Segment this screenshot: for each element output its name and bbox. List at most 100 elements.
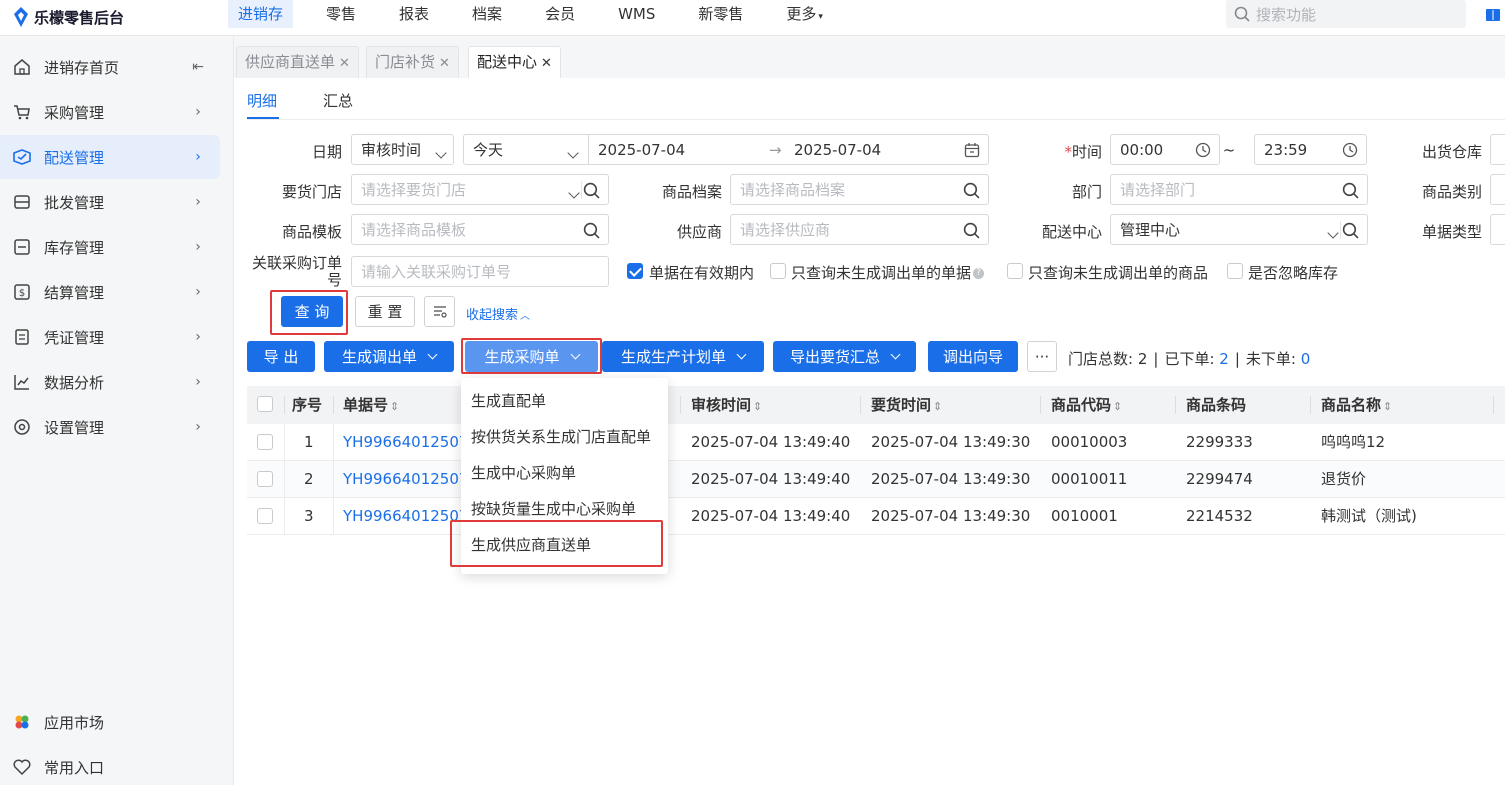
help-icon[interactable]: ? <box>973 268 985 279</box>
dept-select[interactable]: 请选择部门 <box>1110 174 1368 205</box>
product-label: 商品档案 <box>661 183 722 201</box>
more-actions-button[interactable]: ··· <box>1027 341 1057 372</box>
topnav-reports[interactable]: 报表 <box>389 0 439 28</box>
gen-transfer-button[interactable]: 生成调出单 <box>324 341 454 372</box>
search-icon[interactable] <box>583 222 600 239</box>
settlement-icon: $ <box>12 282 32 302</box>
date-range-picker[interactable]: 2025-07-04 → 2025-07-04 <box>588 134 989 165</box>
menu-item-supplier-direct[interactable]: 生成供应商直送单 <box>471 534 591 555</box>
search-icon[interactable] <box>1342 222 1359 239</box>
supplier-select[interactable]: 请选择供应商 <box>730 214 989 245</box>
search-icon[interactable] <box>1342 182 1359 199</box>
cell-doc-link[interactable]: YH99664012507 <box>343 461 463 498</box>
date-range-select[interactable]: 今天 <box>463 134 589 165</box>
checkbox-no-transfer-items[interactable] <box>1007 263 1023 279</box>
tab-store-replenish[interactable]: 门店补货 ✕ <box>366 46 459 78</box>
export-button[interactable]: 导 出 <box>247 341 315 372</box>
book-icon[interactable] <box>1485 7 1501 23</box>
checkbox-ignore-stock[interactable] <box>1227 263 1243 279</box>
search-icon[interactable] <box>963 182 980 199</box>
topnav-wms[interactable]: WMS <box>608 0 665 28</box>
template-select[interactable]: 请选择商品模板 <box>351 214 609 245</box>
topnav-inventory[interactable]: 进销存 <box>228 0 294 28</box>
topnav-more[interactable]: 更多 ▾ <box>776 0 833 28</box>
po-input[interactable]: 请输入关联采购订单号 <box>351 256 609 287</box>
sidebar-item-purchase[interactable]: 采购管理 › <box>0 90 220 134</box>
time-from-input[interactable]: 00:00 <box>1110 134 1220 165</box>
search-icon[interactable] <box>583 182 600 199</box>
table-row[interactable]: 1 YH99664012507 2025-07-04 13:49:40 2025… <box>247 424 1505 461</box>
sidebar-item-home[interactable]: 进销存首页 ⇤ <box>0 45 220 89</box>
collapse-sidebar-icon[interactable]: ⇤ <box>188 59 208 75</box>
product-select[interactable]: 请选择商品档案 <box>730 174 989 205</box>
cell-doc-link[interactable]: YH99664012507 <box>343 498 463 535</box>
menu-item-center-purchase[interactable]: 生成中心采购单 <box>471 462 576 483</box>
cell-product-code: 0010001 <box>1051 507 1118 525</box>
row-checkbox[interactable] <box>257 508 273 524</box>
sidebar-item-inventory[interactable]: 库存管理 › <box>0 225 220 269</box>
category-select[interactable] <box>1490 174 1505 205</box>
sidebar-item-app-market[interactable]: 应用市场 <box>0 700 220 744</box>
menu-item-direct-delivery[interactable]: 生成直配单 <box>471 390 546 411</box>
subtab-divider <box>247 119 1505 120</box>
col-product-code[interactable]: 商品代码 ⇕ <box>1051 386 1122 424</box>
close-icon[interactable]: ✕ <box>541 56 552 71</box>
topnav-retail[interactable]: 零售 <box>316 0 366 28</box>
col-doc-no[interactable]: 单据号 ⇕ <box>343 386 399 424</box>
gen-production-button[interactable]: 生成生产计划单 <box>602 341 764 372</box>
sidebar-item-voucher[interactable]: 凭证管理 › <box>0 315 220 359</box>
app-logo[interactable]: 乐檬零售后台 <box>12 6 124 28</box>
topnav-member[interactable]: 会员 <box>535 0 585 28</box>
sidebar-item-analytics[interactable]: 数据分析 › <box>0 360 220 404</box>
warehouse-select[interactable] <box>1490 134 1505 165</box>
cell-product-name: 呜呜呜12 <box>1321 433 1386 451</box>
sidebar-item-wholesale[interactable]: 批发管理 › <box>0 180 220 224</box>
table-row[interactable]: 2 YH99664012507 2025-07-04 13:49:40 2025… <box>247 461 1505 498</box>
menu-item-store-direct-by-supply[interactable]: 按供货关系生成门店直配单 <box>471 426 651 447</box>
cell-index: 1 <box>304 433 314 451</box>
table-row[interactable]: 3 YH99664012507 2025-07-04 13:49:40 2025… <box>247 498 1505 535</box>
center-select[interactable]: 管理中心 <box>1110 214 1368 245</box>
col-audit-time[interactable]: 审核时间 ⇕ <box>691 386 762 424</box>
cell-doc-link[interactable]: YH99664012507 <box>343 424 463 461</box>
time-to-input[interactable]: 23:59 <box>1254 134 1367 165</box>
store-select[interactable]: 请选择要货门店 <box>351 174 609 205</box>
sidebar-item-settlement[interactable]: $ 结算管理 › <box>0 270 220 314</box>
doctype-select[interactable] <box>1490 214 1505 245</box>
row-checkbox[interactable] <box>257 471 273 487</box>
topnav-label: 档案 <box>472 5 503 23</box>
export-summary-button[interactable]: 导出要货汇总 <box>773 341 916 372</box>
col-request-time[interactable]: 要货时间 ⇕ <box>871 386 942 424</box>
topnav-new-retail[interactable]: 新零售 <box>688 0 753 28</box>
tab-delivery-center[interactable]: 配送中心 ✕ <box>468 46 561 78</box>
checkbox-valid-period[interactable] <box>627 263 643 279</box>
sidebar-item-delivery[interactable]: 配送管理 › <box>0 135 220 179</box>
row-checkbox[interactable] <box>257 434 273 450</box>
query-button[interactable]: 查 询 <box>281 296 343 327</box>
checkbox-no-transfer-items-label: 只查询未生成调出单的商品 <box>1028 264 1209 282</box>
select-all-checkbox[interactable] <box>257 396 273 412</box>
search-icon[interactable] <box>963 222 980 239</box>
gen-purchase-button[interactable]: 生成采购单 <box>465 341 598 372</box>
feature-search-input[interactable]: 搜索功能 <box>1226 0 1466 28</box>
column-settings-button[interactable] <box>424 296 455 327</box>
checkbox-no-transfer-docs[interactable] <box>770 263 786 279</box>
subtab-summary[interactable]: 汇总 <box>323 90 353 111</box>
col-product-name[interactable]: 商品名称 ⇕ <box>1321 386 1392 424</box>
topnav-archive[interactable]: 档案 <box>462 0 512 28</box>
sidebar-item-favorites[interactable]: 常用入口 <box>0 745 220 785</box>
chevron-down-icon <box>890 349 901 360</box>
menu-item-center-purchase-by-shortage[interactable]: 按缺货量生成中心采购单 <box>471 498 636 519</box>
transfer-guide-button[interactable]: 调出向导 <box>928 341 1018 372</box>
collapse-search-link[interactable]: 收起搜索 ︿ <box>466 304 530 323</box>
date-type-select[interactable]: 审核时间 <box>351 134 454 165</box>
sidebar-item-settings[interactable]: 设置管理 › <box>0 405 220 449</box>
close-icon[interactable]: ✕ <box>339 56 350 71</box>
subtab-detail[interactable]: 明细 <box>247 90 277 111</box>
checkbox-ignore-stock-label: 是否忽略库存 <box>1248 264 1339 282</box>
heart-icon <box>12 757 32 777</box>
tab-supplier-direct[interactable]: 供应商直送单 ✕ <box>236 46 359 78</box>
close-icon[interactable]: ✕ <box>439 56 450 71</box>
search-placeholder: 搜索功能 <box>1256 5 1317 24</box>
reset-button[interactable]: 重 置 <box>355 296 415 327</box>
